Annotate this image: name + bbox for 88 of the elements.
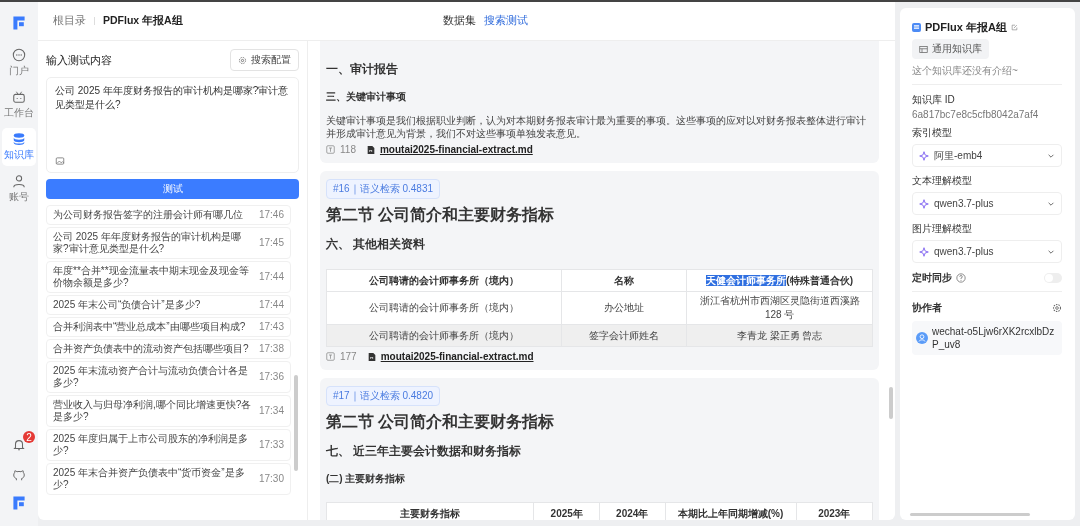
subsection-heading: 一、审计报告 [326,61,398,78]
panel-title: 输入测试内容 [46,52,112,68]
logo-icon [11,494,27,512]
person-icon [12,174,26,188]
minor-heading: 三、关键审计事项 [326,90,406,104]
model-select[interactable]: 阿里-emb4 [912,144,1062,167]
chat-icon [12,48,26,62]
model-select[interactable]: qwen3.7-plus [912,192,1062,215]
table-header: 本期比上年同期增减(%) [665,502,797,520]
query-field[interactable]: 公司 2025 年年度财务报告的审计机构是哪家?审计意见类型是什么? [46,77,299,173]
scrollbar-thumb[interactable] [910,513,1030,516]
history-item[interactable]: 2025 年末流动资产合计与流动负债合计各是多少? 17:36 [46,361,291,393]
table-header: 名称 [561,269,687,292]
cat-icon[interactable] [12,468,26,482]
file-link[interactable]: moutai2025-financial-extract.md [379,144,533,155]
sparkle-icon [919,198,929,209]
field-label: 协作者 [912,301,942,315]
model-select[interactable]: qwen3.7-plus [912,240,1062,263]
chunk-icon [326,145,335,154]
id-value: 6a817bc7e8c5cfb8042a7af4 [912,109,1039,120]
settings-icon[interactable] [1052,303,1062,313]
field-label: 文本理解模型 [912,174,972,188]
table-cell: 公司聘请的会计师事务所（境内） [326,291,562,325]
scrollbar-thumb[interactable] [889,387,893,419]
table-cell: 浙江省杭州市西湖区灵隐街道西溪路 128 号 [686,291,873,325]
table-header: 2023年 [796,502,873,520]
table-header: 2025年 [533,502,600,520]
subsection-heading: 七、 近三年主要会计数据和财务指标 [326,443,522,460]
section-heading: 第二节 公司简介和主要财务指标 [326,412,555,432]
paragraph: 关键审计事项是我们根据职业判断，认为对本期财务报表审计最为重要的事项。这些事项的应对以对财务报表整体进行审计并形成审计意见为背景，我们不对这些事项单独发表意见。 [326,114,867,140]
field-label: 知识库 ID [912,93,955,107]
logo-icon [11,14,27,32]
breadcrumb-link[interactable]: 根目录 [53,14,86,28]
breadcrumb-current: PDFlux 年报A组 [103,14,183,28]
image-icon[interactable] [55,156,65,166]
table-cell: 公司聘请的会计师事务所（境内） [326,324,562,347]
file-icon [367,351,376,362]
history-item[interactable]: 2025 年度归属于上市公司股东的净利润是多少? 17:33 [46,429,291,461]
chunk-count: 118 [340,144,356,155]
history-item[interactable]: 为公司财务报告签字的注册会计师有哪几位 17:46 [46,205,291,225]
chunk-icon [326,352,335,361]
table-header: 2024年 [599,502,665,520]
nav-item[interactable]: 知识库 [2,128,36,166]
history-item[interactable]: 2025 年末公司“负债合计”是多少? 17:44 [46,295,291,315]
file-link[interactable]: moutai2025-financial-extract.md [380,351,534,362]
field-label: 图片理解模型 [912,222,972,236]
description: 这个知识库还没有介绍~ [912,64,1018,78]
file-icon [366,144,375,155]
collaborator-chip: wechat-o5Ljw6rXK2rcxlbDzP_uv8 [912,321,1062,355]
nav-tab[interactable]: 数据集 [443,14,476,28]
field-label: 定时同步 [912,271,952,285]
sparkle-icon [919,150,929,161]
scrollbar-thumb[interactable] [294,375,298,471]
table-header: 主要财务指标 [326,502,534,520]
database-icon [912,23,921,32]
chunk-count: 177 [340,351,357,362]
type-tag: 通用知识库 [912,39,989,59]
edit-icon[interactable] [1010,24,1018,31]
bell-icon[interactable] [12,438,26,452]
score-tag: #16｜语义检索 0.4831 [326,179,441,199]
section-heading: 第二节 公司简介和主要财务指标 [326,205,555,225]
avatar-icon [916,332,928,344]
sparkle-icon [919,246,929,257]
history-item[interactable]: 2025 年末合并资产负债表中“货币资金”是多少? 17:30 [46,463,291,495]
nav-item[interactable]: 账号 [2,170,36,208]
database-icon [12,132,26,146]
nav-item[interactable]: 工作台 [2,86,36,124]
nav-item[interactable]: 门户 [2,44,36,82]
table-icon [919,44,928,54]
knowledge-base-title: PDFlux 年报A组 [925,20,1007,35]
search-config-button[interactable]: 搜索配置 [230,49,299,71]
history-item[interactable]: 公司 2025 年年度财务报告的审计机构是哪家?审计意见类型是什么? 17:45 [46,227,291,259]
score-tag: #17｜语义检索 0.4820 [326,386,441,406]
table-header: 公司聘请的会计师事务所（境内） [326,269,562,292]
nav-tab[interactable]: 搜索测试 [484,14,528,28]
test-button[interactable]: 测试 [46,179,299,199]
field-label: 索引模型 [912,126,952,140]
settings-icon [238,55,247,65]
table-cell: 办公地址 [561,291,687,325]
minor-heading: (二) 主要财务指标 [326,472,406,486]
history-item[interactable]: 年度**合并**现金流量表中期末现金及现金等价物余额是多少? 17:44 [46,261,291,293]
subsection-heading: 六、 其他相关资料 [326,236,426,253]
history-item[interactable]: 合并利润表中“营业总成本”由哪些项目构成? 17:43 [46,317,291,337]
robot-icon [12,90,26,104]
history-item[interactable]: 合并资产负债表中的流动资产包括哪些项目? 17:38 [46,339,291,359]
notification-badge: 2 [23,431,35,443]
table-cell: 李青龙 梁正勇 曾志 [686,324,873,347]
help-icon[interactable] [956,273,966,283]
